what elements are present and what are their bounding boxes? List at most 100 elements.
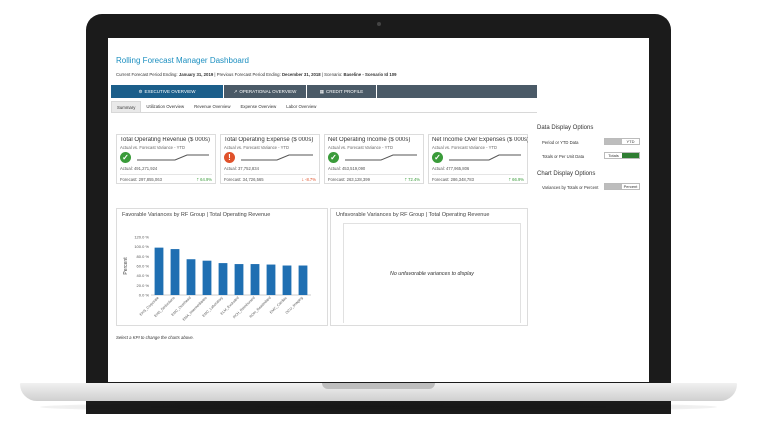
- kpi-card[interactable]: Net Income Over Expenses ($ 000s) Actual …: [428, 134, 528, 184]
- y-axis-label: Percent: [123, 257, 129, 275]
- y-tick-label: 0.0 %: [139, 293, 150, 298]
- chart-display-title: Chart Display Options: [537, 171, 596, 177]
- toggle-off-half: [605, 139, 622, 144]
- check-circle-icon: ✓: [328, 152, 339, 163]
- kpi-subtitle: Actual vs. Forecast Variance - YTD: [120, 145, 186, 150]
- check-circle-icon: ✓: [432, 152, 443, 163]
- tab-bar-fill: [376, 85, 537, 98]
- totals-toggle[interactable]: Totals: [604, 152, 640, 159]
- kpi-forecast: Forecast: 263,128,399: [328, 177, 370, 182]
- empty-chart-message: No unfavorable variances to display: [343, 223, 521, 323]
- unfavorable-chart-panel: Unfavorable Variances by RF Group | Tota…: [330, 208, 528, 326]
- arrow-up-icon: 🡑: [196, 177, 199, 182]
- kpi-forecast: Forecast: 34,726,565: [224, 177, 264, 182]
- favorable-chart-title: Favorable Variances by RF Group | Total …: [122, 212, 271, 218]
- subtab-labor[interactable]: Labor Overview: [281, 101, 321, 112]
- kpi-variance: 🡑 64.9%: [197, 177, 212, 184]
- y-tick-label: 80.0 %: [137, 254, 150, 259]
- tab-operational-overview[interactable]: ↗ OPERATIONAL OVERVIEW: [223, 85, 306, 98]
- variances-toggle[interactable]: Percent: [604, 183, 640, 190]
- tab-credit-profile[interactable]: ▦ CREDIT PROFILE: [306, 85, 376, 98]
- arrow-up-icon: 🡑: [508, 177, 511, 182]
- bar: [282, 265, 292, 295]
- bar: [154, 247, 164, 295]
- data-display-title: Data Display Options: [537, 125, 594, 131]
- kpi-forecast: Forecast: 286,348,783: [432, 177, 474, 182]
- camera-dot: [377, 22, 381, 26]
- kpi-variance-value: 72.4%: [408, 177, 420, 182]
- toggle-value: Percent: [622, 184, 639, 189]
- tab-executive-overview[interactable]: ⚙ EXECUTIVE OVERVIEW: [111, 85, 223, 98]
- arrow-up-icon: 🡑: [404, 177, 407, 182]
- page-title: Rolling Forecast Manager Dashboard: [116, 56, 249, 65]
- bar: [186, 259, 196, 295]
- kpi-title: Net Operating Income ($ 000s): [328, 137, 411, 143]
- sparkline: [345, 154, 417, 161]
- table-icon: ▦: [319, 89, 325, 94]
- kpi-actual: Actual: 477,965,806: [432, 166, 470, 171]
- kpi-subtitle: Actual vs. Forecast Variance - YTD: [328, 145, 394, 150]
- kpi-actual: Actual: 491,271,924: [120, 166, 158, 171]
- kpi-title: Total Operating Expense ($ 000s): [224, 137, 314, 143]
- kpi-variance-value: 66.9%: [512, 177, 524, 182]
- kpi-forecast: Forecast: 297,855,063: [120, 177, 162, 182]
- period-subtitle: Current Forecast Period Ending: January …: [116, 72, 397, 77]
- sparkline: [449, 154, 521, 161]
- sparkline: [241, 154, 313, 161]
- y-tick-label: 40.0 %: [137, 273, 150, 278]
- kpi-variance: 🡓 -8.7%: [302, 177, 316, 184]
- bar: [234, 264, 244, 295]
- kpi-variance-value: 64.9%: [200, 177, 212, 182]
- kpi-actual: Actual: 37,752,834: [224, 166, 259, 171]
- kpi-title: Total Operating Revenue ($ 000s): [120, 137, 211, 143]
- period-label: Period or YTD Data: [542, 140, 579, 145]
- bar: [202, 260, 212, 295]
- bar: [298, 265, 308, 295]
- toggle-off-half: [605, 184, 622, 189]
- screen: Rolling Forecast Manager Dashboard Curre…: [108, 38, 649, 382]
- period-toggle[interactable]: YTD: [604, 138, 640, 145]
- main-tabs: ⚙ EXECUTIVE OVERVIEW ↗ OPERATIONAL OVERVIE…: [111, 85, 537, 98]
- check-circle-icon: ✓: [120, 152, 131, 163]
- variances-label: Variances by Totals or Percent: [542, 185, 599, 190]
- kpi-variance-value: -8.7%: [305, 177, 316, 182]
- kpi-divider: [432, 174, 524, 175]
- kpi-subtitle: Actual vs. Forecast Variance - YTD: [224, 145, 290, 150]
- kpi-card[interactable]: Net Operating Income ($ 000s) Actual vs. …: [324, 134, 424, 184]
- kpi-hint: Select a KPI to change the charts above.: [116, 335, 194, 340]
- favorable-chart-panel: Favorable Variances by RF Group | Total …: [116, 208, 328, 326]
- kpi-card[interactable]: Total Operating Revenue ($ 000s) Actual v…: [116, 134, 216, 184]
- bar: [266, 264, 276, 295]
- kpi-variance: 🡑 72.4%: [405, 177, 420, 184]
- toggle-value: Totals: [605, 153, 622, 158]
- subtab-revenue[interactable]: Revenue Overview: [189, 101, 235, 112]
- arrow-down-icon: 🡓: [301, 177, 304, 182]
- kpi-card[interactable]: Total Operating Expense ($ 000s) Actual v…: [220, 134, 320, 184]
- favorable-bar-chart: 0.0 % 20.0 % 40.0 % 60.0 % 80.0 % 100.0 % 120.…: [123, 235, 311, 322]
- unfavorable-chart-title: Unfavorable Variances by RF Group | Tota…: [336, 212, 490, 218]
- toggle-on-half: [622, 153, 639, 158]
- y-tick-label: 120.0 %: [134, 235, 149, 240]
- subtab-utilization[interactable]: Utilization Overview: [141, 101, 189, 112]
- subtab-expense[interactable]: Expense Overview: [235, 101, 281, 112]
- kpi-divider: [328, 174, 420, 175]
- toggle-value: YTD: [622, 139, 639, 144]
- kpi-subtitle: Actual vs. Forecast Variance - YTD: [432, 145, 498, 150]
- kpi-divider: [224, 174, 316, 175]
- y-tick-label: 60.0 %: [137, 264, 150, 269]
- sparkline: [137, 154, 209, 161]
- y-tick-label: 100.0 %: [134, 244, 149, 249]
- kpi-variance: 🡑 66.9%: [509, 177, 524, 184]
- subtab-summary[interactable]: Summary: [111, 101, 142, 112]
- laptop-notch: [322, 383, 435, 389]
- gear-icon: ⚙: [138, 89, 143, 94]
- bar: [170, 249, 180, 295]
- bar: [250, 264, 260, 295]
- totals-label: Totals or Per Unit Data: [542, 154, 585, 159]
- line-chart-icon: ↗: [233, 89, 238, 94]
- kpi-title: Net Income Over Expenses ($ 000s): [432, 137, 528, 143]
- kpi-actual: Actual: 453,519,090: [328, 166, 366, 171]
- alert-circle-icon: !: [224, 152, 235, 163]
- laptop-shadow: [40, 402, 717, 412]
- kpi-divider: [120, 174, 212, 175]
